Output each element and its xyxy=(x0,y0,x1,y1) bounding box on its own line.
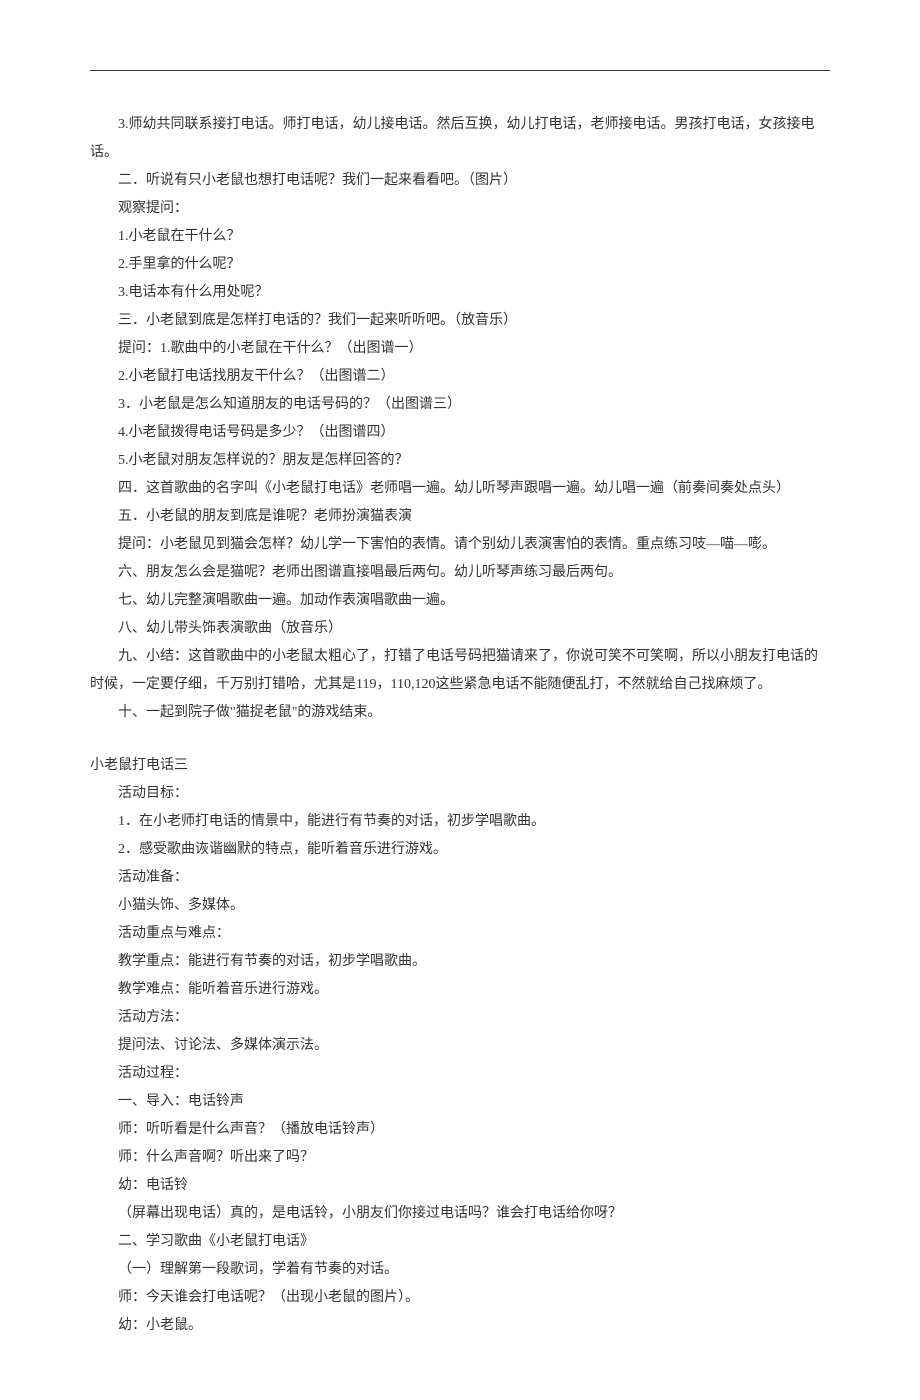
text-line: 六、朋友怎么会是猫呢？老师出图谱直接唱最后两句。幼儿听琴声练习最后两句。 xyxy=(90,559,830,587)
text-line: 活动过程： xyxy=(90,1060,830,1088)
text-line: 幼：小老鼠。 xyxy=(90,1312,830,1340)
text-line: 观察提问： xyxy=(90,195,830,223)
text-line: 活动方法： xyxy=(90,1004,830,1032)
text-line: 2.手里拿的什么呢？ xyxy=(90,251,830,279)
text-line: 3.电话本有什么用处呢？ xyxy=(90,279,830,307)
text-line: 三．小老鼠到底是怎样打电话的？我们一起来听听吧。（放音乐） xyxy=(90,307,830,335)
text-line: 幼：电话铃 xyxy=(90,1172,830,1200)
text-line: 1．在小老师打电话的情景中，能进行有节奏的对话，初步学唱歌曲。 xyxy=(90,808,830,836)
text-line: 二．听说有只小老鼠也想打电话呢？我们一起来看看吧。（图片） xyxy=(90,167,830,195)
text-line: 小老鼠打电话三 xyxy=(90,752,830,780)
text-line: 七、幼儿完整演唱歌曲一遍。加动作表演唱歌曲一遍。 xyxy=(90,587,830,615)
text-line: 小猫头饰、多媒体。 xyxy=(90,892,830,920)
text-line: 教学难点：能听着音乐进行游戏。 xyxy=(90,976,830,1004)
text-line: 活动目标： xyxy=(90,780,830,808)
text-line: 活动重点与难点： xyxy=(90,920,830,948)
text-line: 5.小老鼠对朋友怎样说的？朋友是怎样回答的？ xyxy=(90,447,830,475)
text-line: 教学重点：能进行有节奏的对话，初步学唱歌曲。 xyxy=(90,948,830,976)
document-page: 3.师幼共同联系接打电话。师打电话，幼儿接电话。然后互换，幼儿打电话，老师接电话… xyxy=(0,0,920,1400)
text-line: （屏幕出现电话）真的，是电话铃，小朋友们你接过电话吗？谁会打电话给你呀？ xyxy=(90,1200,830,1228)
text-line: 一、导入：电话铃声 xyxy=(90,1088,830,1116)
text-line: 3.师幼共同联系接打电话。师打电话，幼儿接电话。然后互换，幼儿打电话，老师接电话… xyxy=(90,111,830,139)
text-line: （一）理解第一段歌词，学着有节奏的对话。 xyxy=(90,1256,830,1284)
text-line: 五．小老鼠的朋友到底是谁呢？老师扮演猫表演 xyxy=(90,503,830,531)
text-line: 1.小老鼠在干什么？ xyxy=(90,223,830,251)
text-line: 4.小老鼠拨得电话号码是多少？（出图谱四） xyxy=(90,419,830,447)
text-line: 提问：1.歌曲中的小老鼠在干什么？（出图谱一） xyxy=(90,335,830,363)
text-line: 2．感受歌曲诙谐幽默的特点，能听着音乐进行游戏。 xyxy=(90,836,830,864)
text-line: 师：今天谁会打电话呢？（出现小老鼠的图片）。 xyxy=(90,1284,830,1312)
text-line: 九、小结：这首歌曲中的小老鼠太粗心了，打错了电话号码把猫请来了，你说可笑不可笑啊… xyxy=(90,643,830,671)
text-line: 2.小老鼠打电话找朋友干什么？（出图谱二） xyxy=(90,363,830,391)
text-line: 师：什么声音啊？听出来了吗？ xyxy=(90,1144,830,1172)
text-line: 八、幼儿带头饰表演歌曲（放音乐） xyxy=(90,615,830,643)
text-line: 3．小老鼠是怎么知道朋友的电话号码的？（出图谱三） xyxy=(90,391,830,419)
blank-line xyxy=(90,727,830,752)
text-line: 十、一起到院子做"猫捉老鼠"的游戏结束。 xyxy=(90,699,830,727)
top-divider xyxy=(90,70,830,71)
document-content: 3.师幼共同联系接打电话。师打电话，幼儿接电话。然后互换，幼儿打电话，老师接电话… xyxy=(90,111,830,1340)
text-line: 提问：小老鼠见到猫会怎样？幼儿学一下害怕的表情。请个别幼儿表演害怕的表情。重点练… xyxy=(90,531,830,559)
text-line: 四．这首歌曲的名字叫《小老鼠打电话》老师唱一遍。幼儿听琴声跟唱一遍。幼儿唱一遍（… xyxy=(90,475,830,503)
text-line: 师：听听看是什么声音？（播放电话铃声） xyxy=(90,1116,830,1144)
text-line: 话。 xyxy=(90,139,830,167)
text-line: 时候，一定要仔细，千万别打错哈，尤其是119，110,120这些紧急电话不能随便… xyxy=(90,671,830,699)
text-line: 提问法、讨论法、多媒体演示法。 xyxy=(90,1032,830,1060)
text-line: 活动准备： xyxy=(90,864,830,892)
text-line: 二、学习歌曲《小老鼠打电话》 xyxy=(90,1228,830,1256)
